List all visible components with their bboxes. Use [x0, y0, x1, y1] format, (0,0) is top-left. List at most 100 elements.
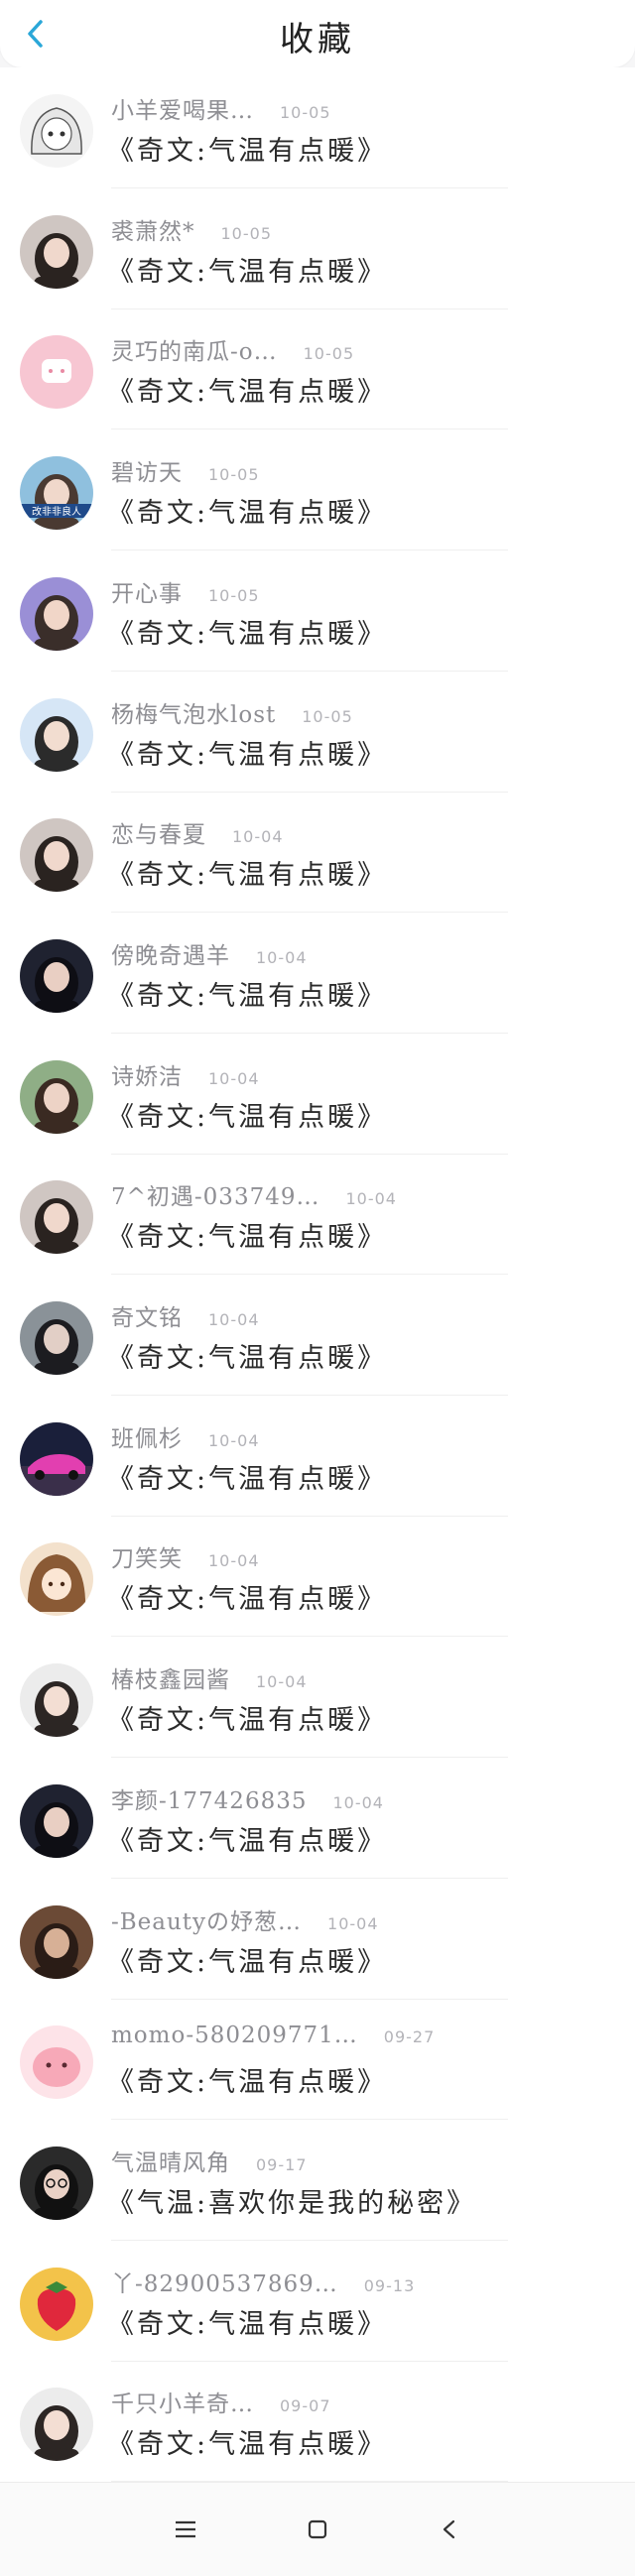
user-name[interactable]: 千只小羊奇…: [111, 2385, 254, 2418]
avatar[interactable]: [20, 2025, 93, 2100]
user-name[interactable]: 7^初遇-033749…: [111, 1177, 319, 1211]
avatar[interactable]: [20, 938, 93, 1013]
avatar[interactable]: [20, 1542, 93, 1617]
item-date: 10-05: [303, 344, 355, 364]
svg-text:改非非良人: 改非非良人: [32, 505, 81, 518]
item-meta: 恋与春夏 10-04: [111, 815, 627, 848]
favorite-message: 《奇文:气温有点暖》: [107, 1222, 388, 1254]
favorite-item[interactable]: 气温晴风角 09-17 《气温:喜欢你是我的秘密》: [0, 2120, 635, 2241]
user-name[interactable]: -Beautyの妤葱…: [111, 1902, 302, 1936]
item-date: 09-27: [383, 2027, 436, 2047]
item-meta: 裘萧然* 10-05: [111, 212, 627, 245]
favorite-item[interactable]: 裘萧然* 10-05 《奇文:气温有点暖》: [0, 188, 635, 309]
user-name[interactable]: 丫-82900537869…: [111, 2265, 338, 2298]
item-meta: 灵巧的南瓜-o… 10-05: [111, 332, 627, 365]
user-name[interactable]: 奇文铭: [111, 1298, 183, 1332]
favorite-item[interactable]: 灵巧的南瓜-o… 10-05 《奇文:气温有点暖》: [0, 308, 635, 430]
favorite-message: 《奇文:气温有点暖》: [107, 739, 388, 771]
favorite-message: 《奇文:气温有点暖》: [107, 2067, 388, 2099]
avatar[interactable]: [20, 94, 93, 168]
user-name[interactable]: 裘萧然*: [111, 212, 195, 246]
favorite-item[interactable]: 小羊爱喝果… 10-05 《奇文:气温有点暖》: [0, 67, 635, 188]
avatar[interactable]: [20, 1421, 93, 1496]
user-name[interactable]: 傍晚奇遇羊: [111, 936, 230, 970]
avatar[interactable]: [20, 2388, 93, 2462]
favorite-item[interactable]: 丫-82900537869… 09-13 《奇文:气温有点暖》: [0, 2241, 635, 2362]
item-meta: 傍晚奇遇羊 10-04: [111, 936, 627, 969]
favorite-message: 《奇文:气温有点暖》: [107, 860, 388, 892]
favorite-item[interactable]: 傍晚奇遇羊 10-04 《奇文:气温有点暖》: [0, 913, 635, 1034]
favorite-item[interactable]: 恋与春夏 10-04 《奇文:气温有点暖》: [0, 792, 635, 914]
user-name[interactable]: 恋与春夏: [111, 815, 206, 849]
item-meta: 小羊爱喝果… 10-05: [111, 91, 627, 124]
avatar[interactable]: [20, 818, 93, 893]
favorite-item[interactable]: 诗娇洁 10-04 《奇文:气温有点暖》: [0, 1034, 635, 1155]
favorite-message: 《奇文:气温有点暖》: [107, 618, 388, 650]
user-name[interactable]: 碧访天: [111, 453, 183, 487]
avatar[interactable]: [20, 335, 93, 410]
item-meta: 杨梅气泡水lost 10-05: [111, 695, 627, 728]
user-name[interactable]: 班佩杉: [111, 1419, 183, 1453]
item-meta: -Beautyの妤葱… 10-04: [111, 1902, 627, 1935]
favorite-item[interactable]: 杨梅气泡水lost 10-05 《奇文:气温有点暖》: [0, 672, 635, 793]
favorites-list: 小羊爱喝果… 10-05 《奇文:气温有点暖》 裘萧然* 10-05 《奇文:气温有点暖》…: [0, 67, 635, 2483]
user-name[interactable]: 小羊爱喝果…: [111, 91, 254, 125]
avatar[interactable]: [20, 1663, 93, 1738]
avatar[interactable]: [20, 2146, 93, 2220]
system-nav-bar: [0, 2482, 635, 2576]
favorite-item[interactable]: 千只小羊奇… 09-07 《奇文:气温有点暖》: [0, 2361, 635, 2483]
favorite-message: 《奇文:气温有点暖》: [107, 1463, 388, 1495]
item-date: 10-04: [256, 1672, 308, 1692]
item-meta: 开心事 10-05: [111, 574, 627, 607]
avatar[interactable]: [20, 1783, 93, 1858]
avatar[interactable]: [20, 214, 93, 289]
avatar[interactable]: [20, 1301, 93, 1375]
favorite-message: 《奇文:气温有点暖》: [107, 498, 388, 530]
favorite-item[interactable]: 班佩杉 10-04 《奇文:气温有点暖》: [0, 1396, 635, 1517]
favorite-message: 《奇文:气温有点暖》: [107, 1343, 388, 1374]
avatar[interactable]: [20, 1904, 93, 1979]
avatar[interactable]: [20, 2267, 93, 2341]
favorite-message: 《奇文:气温有点暖》: [107, 1584, 388, 1616]
favorite-item[interactable]: 开心事 10-05 《奇文:气温有点暖》: [0, 551, 635, 672]
favorite-item[interactable]: 改非非良人 碧访天 10-05 《奇文:气温有点暖》: [0, 429, 635, 552]
favorite-message: 《奇文:气温有点暖》: [107, 136, 388, 167]
item-date: 10-04: [232, 827, 284, 847]
item-date: 10-05: [208, 585, 260, 605]
item-meta: 刀笑笑 10-04: [111, 1539, 627, 1572]
item-meta: 7^初遇-033749… 10-04: [111, 1177, 627, 1210]
avatar[interactable]: [20, 1059, 93, 1134]
avatar[interactable]: 改非非良人: [20, 456, 93, 531]
user-name[interactable]: 李颜-177426835: [111, 1781, 307, 1815]
user-name[interactable]: momo-580209771…: [111, 2023, 358, 2048]
favorite-item[interactable]: 李颜-177426835 10-04 《奇文:气温有点暖》: [0, 1758, 635, 1879]
avatar[interactable]: [20, 697, 93, 772]
menu-button[interactable]: [161, 2505, 210, 2554]
avatar[interactable]: [20, 576, 93, 651]
item-meta: 奇文铭 10-04: [111, 1298, 627, 1331]
favorite-message: 《奇文:气温有点暖》: [107, 256, 388, 288]
user-name[interactable]: 杨梅气泡水lost: [111, 695, 276, 729]
favorite-item[interactable]: momo-580209771… 09-27 《奇文:气温有点暖》: [0, 1999, 635, 2121]
user-name[interactable]: 诗娇洁: [111, 1057, 183, 1091]
user-name[interactable]: 椿枝鑫园酱: [111, 1660, 230, 1694]
favorite-item[interactable]: 奇文铭 10-04 《奇文:气温有点暖》: [0, 1275, 635, 1396]
system-back-button[interactable]: [425, 2505, 474, 2554]
favorite-item[interactable]: -Beautyの妤葱… 10-04 《奇文:气温有点暖》: [0, 1879, 635, 2000]
favorite-item[interactable]: 刀笑笑 10-04 《奇文:气温有点暖》: [0, 1516, 635, 1638]
item-date: 10-04: [332, 1792, 384, 1812]
user-name[interactable]: 开心事: [111, 574, 183, 608]
home-button[interactable]: [293, 2505, 342, 2554]
favorite-item[interactable]: 7^初遇-033749… 10-04 《奇文:气温有点暖》: [0, 1154, 635, 1276]
avatar[interactable]: [20, 1180, 93, 1255]
favorite-message: 《奇文:气温有点暖》: [107, 1946, 388, 1978]
user-name[interactable]: 气温晴风角: [111, 2144, 230, 2177]
favorite-item[interactable]: 椿枝鑫园酱 10-04 《奇文:气温有点暖》: [0, 1637, 635, 1759]
item-date: 09-17: [256, 2154, 308, 2174]
user-name[interactable]: 刀笑笑: [111, 1539, 183, 1573]
favorite-message: 《奇文:气温有点暖》: [107, 2429, 388, 2461]
favorite-message: 《奇文:气温有点暖》: [107, 1825, 388, 1857]
item-meta: 班佩杉 10-04: [111, 1419, 627, 1452]
user-name[interactable]: 灵巧的南瓜-o…: [111, 332, 278, 366]
app-header: 收藏: [0, 0, 635, 67]
